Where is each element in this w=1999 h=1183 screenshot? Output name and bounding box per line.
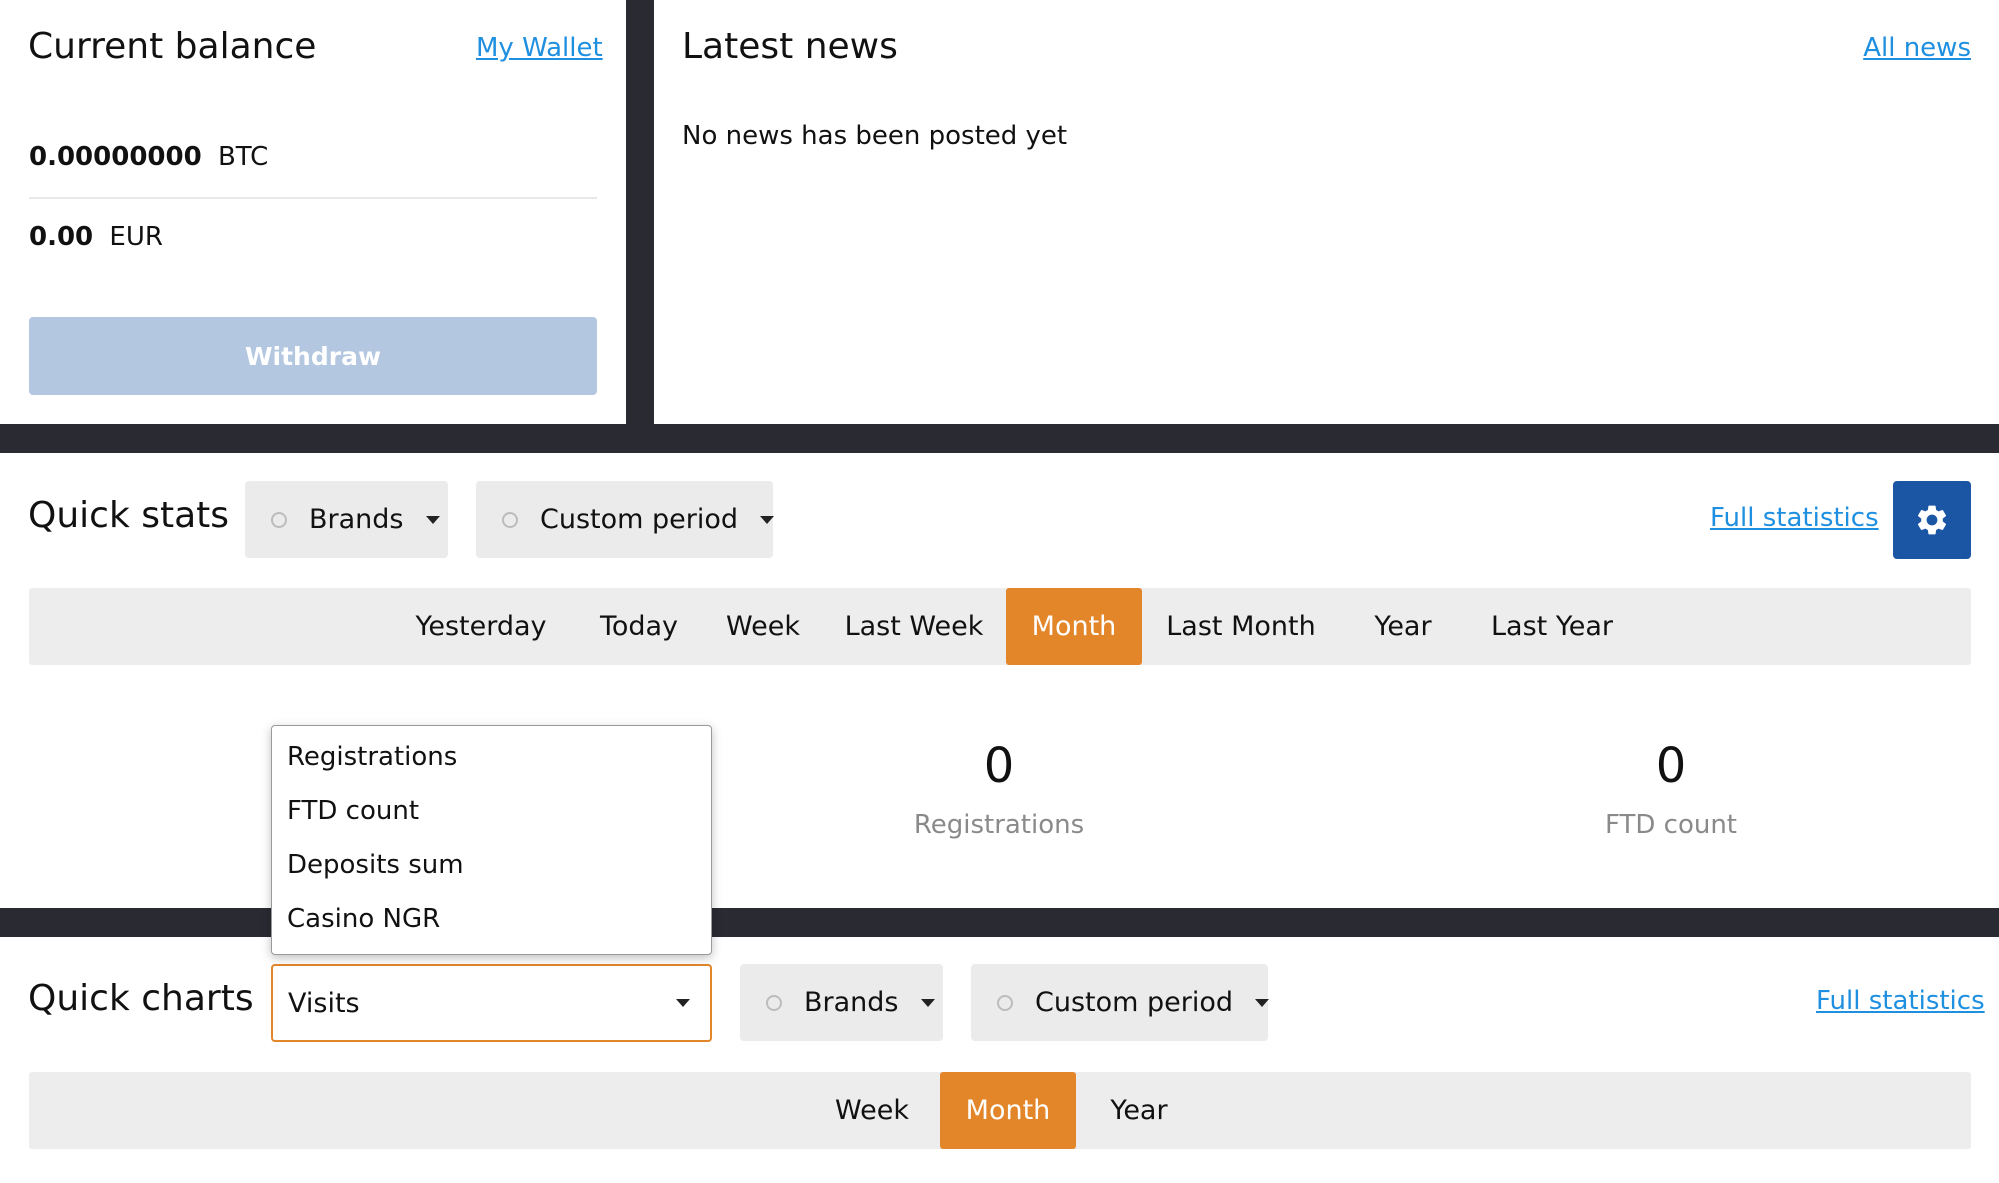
news-panel: Latest news All news No news has been po… [654, 0, 1999, 424]
eur-balance-row: 0.00 EUR [29, 222, 163, 252]
btc-currency: BTC [217, 142, 269, 172]
stats-tab-last-month[interactable]: Last Month [1142, 588, 1340, 665]
stats-tab-last-year[interactable]: Last Year [1466, 588, 1638, 665]
btc-amount: 0.00000000 [29, 142, 202, 172]
stats-period-tabs: Yesterday Today Week Last Week Month Las… [29, 588, 1971, 665]
chart-metric-select[interactable]: Visits [271, 964, 712, 1042]
my-wallet-link[interactable]: My Wallet [476, 33, 603, 63]
menu-option-registrations[interactable]: Registrations [287, 742, 457, 772]
charts-period-label: Custom period [1035, 987, 1234, 1018]
menu-option-casino-ngr[interactable]: Casino NGR [287, 904, 440, 934]
brands-radio-icon [766, 994, 782, 1011]
balance-title: Current balance [28, 26, 317, 67]
menu-option-ftd-count[interactable]: FTD count [287, 796, 419, 826]
quick-charts-title: Quick charts [28, 978, 254, 1019]
charts-brands-label: Brands [804, 987, 899, 1018]
stats-tab-year[interactable]: Year [1340, 588, 1466, 665]
news-title: Latest news [682, 26, 898, 67]
chart-metric-value: Visits [288, 987, 360, 1019]
menu-option-deposits-sum[interactable]: Deposits sum [287, 850, 464, 880]
brands-radio-icon [271, 511, 287, 528]
eur-currency: EUR [109, 222, 163, 252]
chart-metric-menu: Registrations FTD count Deposits sum Cas… [271, 725, 712, 955]
charts-period-dropdown[interactable]: Custom period [971, 964, 1270, 1041]
caret-down-icon [760, 515, 775, 524]
charts-brands-dropdown[interactable]: Brands [740, 964, 943, 1041]
charts-full-statistics-link[interactable]: Full statistics [1816, 986, 1985, 1016]
balance-divider [29, 197, 597, 199]
stat-registrations-label: Registrations [913, 810, 1085, 840]
charts-tab-week[interactable]: Week [804, 1072, 940, 1149]
stats-tab-week[interactable]: Week [700, 588, 826, 665]
quick-stats-title: Quick stats [28, 495, 230, 536]
stat-registrations-value: 0 [983, 738, 1015, 794]
stat-ftd-label: FTD count [1604, 810, 1738, 840]
withdraw-button[interactable]: Withdraw [29, 317, 597, 395]
stats-brands-label: Brands [309, 504, 404, 535]
stats-full-statistics-link[interactable]: Full statistics [1710, 503, 1879, 533]
stats-tab-today[interactable]: Today [578, 588, 700, 665]
balance-panel: Current balance My Wallet 0.00000000 BTC… [0, 0, 626, 424]
stats-tab-last-week[interactable]: Last Week [826, 588, 1002, 665]
stats-brands-dropdown[interactable]: Brands [245, 481, 448, 558]
btc-balance-row: 0.00000000 BTC [29, 142, 268, 172]
stat-ftd-count: 0 FTD count [1521, 738, 1821, 840]
eur-amount: 0.00 [29, 222, 94, 252]
stats-tab-yesterday[interactable]: Yesterday [384, 588, 578, 665]
caret-down-icon [920, 998, 935, 1007]
stat-registrations: 0 Registrations [849, 738, 1149, 840]
period-radio-icon [502, 511, 518, 528]
caret-down-icon [676, 999, 690, 1007]
stats-period-label: Custom period [540, 504, 739, 535]
stats-tab-month[interactable]: Month [1006, 588, 1142, 665]
caret-down-icon [1255, 998, 1270, 1007]
caret-down-icon [425, 515, 440, 524]
all-news-link[interactable]: All news [1863, 33, 1971, 63]
charts-period-tabs: Week Month Year [29, 1072, 1971, 1149]
stat-ftd-value: 0 [1655, 738, 1687, 794]
period-radio-icon [997, 994, 1013, 1011]
gear-icon [1917, 505, 1947, 535]
stats-settings-button[interactable] [1893, 481, 1971, 559]
news-empty-message: No news has been posted yet [682, 121, 1068, 151]
stats-period-dropdown[interactable]: Custom period [476, 481, 775, 558]
charts-tab-year[interactable]: Year [1076, 1072, 1202, 1149]
charts-tab-month[interactable]: Month [940, 1072, 1076, 1149]
